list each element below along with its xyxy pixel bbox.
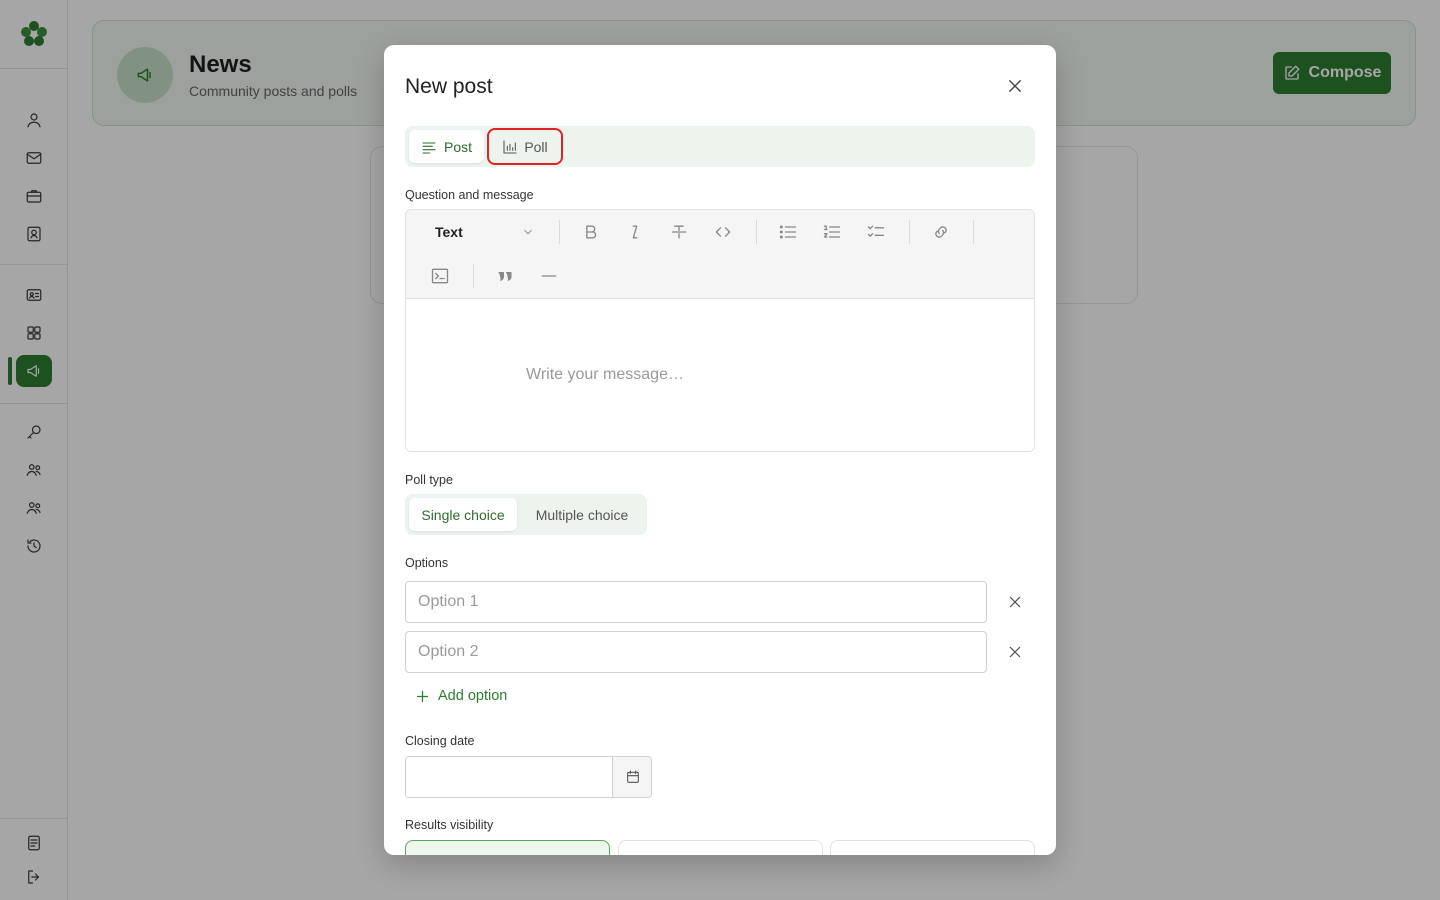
poll-type-label: Poll type [405, 473, 453, 487]
code-block-icon[interactable] [428, 264, 452, 288]
option-1-input[interactable] [405, 581, 987, 623]
message-label: Question and message [405, 188, 534, 202]
post-type-tabs: Post Poll [405, 126, 1035, 167]
rich-text-editor: Text Write your message… [405, 209, 1035, 452]
toolbar-separator [909, 220, 910, 244]
toolbar-separator [756, 220, 757, 244]
italic-icon[interactable] [623, 220, 647, 244]
plus-icon [416, 690, 429, 702]
link-icon[interactable] [929, 220, 953, 244]
bar-chart-icon [503, 139, 517, 154]
bullet-list-icon[interactable] [776, 220, 800, 244]
editor-toolbar: Text [406, 210, 1034, 299]
toolbar-separator [559, 220, 560, 244]
tab-post[interactable]: Post [409, 130, 484, 163]
closing-date-label: Closing date [405, 734, 475, 748]
block-type-select[interactable]: Text [435, 222, 535, 242]
closing-date-input[interactable] [406, 757, 612, 797]
text-lines-icon [422, 141, 436, 154]
multiple-choice-option[interactable]: Multiple choice [523, 498, 641, 531]
horizontal-rule-icon[interactable] [537, 264, 561, 288]
option-2-input[interactable] [405, 631, 987, 673]
editor-body[interactable]: Write your message… [406, 299, 1034, 451]
code-icon[interactable] [711, 220, 735, 244]
new-post-dialog: New post Post Poll Question and message … [384, 45, 1056, 855]
strikethrough-icon[interactable] [667, 220, 691, 244]
add-option-button[interactable]: Add option [415, 685, 507, 707]
toolbar-separator [973, 220, 974, 244]
remove-option-2-icon[interactable] [1003, 640, 1027, 664]
close-icon[interactable] [1003, 74, 1027, 98]
poll-type-toggle: Single choice Multiple choice [405, 494, 647, 535]
remove-option-1-icon[interactable] [1003, 590, 1027, 614]
tab-poll-label: Poll [524, 138, 548, 155]
options-label: Options [405, 556, 449, 570]
tab-poll[interactable]: Poll [487, 128, 563, 165]
visibility-option-2[interactable] [618, 840, 823, 855]
toolbar-separator [473, 264, 474, 288]
tab-post-label: Post [443, 138, 472, 155]
quote-icon[interactable] [493, 264, 517, 288]
checklist-icon[interactable] [864, 220, 888, 244]
bold-icon[interactable] [579, 220, 603, 244]
closing-date-field [405, 756, 652, 798]
results-visibility-label: Results visibility [405, 818, 494, 832]
visibility-option-3[interactable] [830, 840, 1035, 855]
add-option-label: Add option [438, 688, 508, 704]
numbered-list-icon[interactable] [820, 220, 844, 244]
dialog-title: New post [405, 75, 493, 98]
chevron-down-icon [524, 229, 532, 235]
calendar-icon[interactable] [612, 757, 651, 797]
visibility-option-1[interactable] [405, 840, 610, 855]
block-type-value: Text [435, 224, 463, 240]
single-choice-option[interactable]: Single choice [409, 498, 517, 531]
editor-placeholder: Write your message… [526, 366, 684, 383]
